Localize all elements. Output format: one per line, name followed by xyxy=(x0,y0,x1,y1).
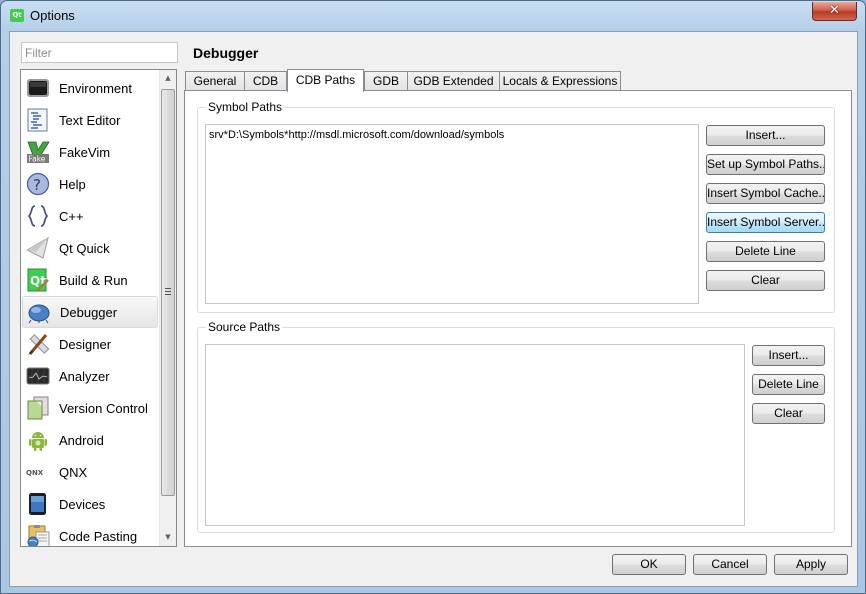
version-control-icon xyxy=(26,396,50,420)
sidebar-item-devices[interactable]: Devices xyxy=(22,488,158,520)
sidebar-item-qnx[interactable]: QNX QNX xyxy=(22,456,158,488)
sidebar-item-cpp[interactable]: C++ xyxy=(22,200,158,232)
scroll-down-arrow-icon[interactable]: ▼ xyxy=(160,529,176,546)
sidebar-item-label: Debugger xyxy=(60,304,118,320)
tab-general[interactable]: General xyxy=(185,71,245,91)
sidebar-item-label: Help xyxy=(59,176,86,192)
tab-locals-expressions[interactable]: Locals & Expressions xyxy=(499,71,621,91)
sidebar-item-label: C++ xyxy=(59,208,84,224)
source-paths-group: Source Paths Insert... Delete Line Clear xyxy=(197,320,835,533)
source-paths-editor[interactable] xyxy=(205,344,745,526)
sidebar-item-debugger[interactable]: Debugger xyxy=(22,296,158,328)
sidebar-item-label: Code Pasting xyxy=(59,528,138,544)
paper-plane-icon xyxy=(25,236,50,260)
scroll-up-arrow-icon[interactable]: ▲ xyxy=(160,70,176,87)
symbol-clear-button[interactable]: Clear xyxy=(706,270,825,291)
sidebar-item-label: Environment xyxy=(59,80,132,96)
sidebar-item-android[interactable]: Android xyxy=(22,424,158,456)
apply-button[interactable]: Apply xyxy=(774,554,848,575)
sidebar-item-help[interactable]: ? Help xyxy=(22,168,158,200)
tab-gdb[interactable]: GDB xyxy=(364,71,408,91)
sidebar-item-label: Devices xyxy=(59,496,106,512)
source-delete-line-button[interactable]: Delete Line xyxy=(752,374,825,395)
options-window: Qt Options ✕ Environment Text Editor xyxy=(0,0,866,594)
ruler-brush-icon xyxy=(26,332,50,356)
symbol-paths-editor[interactable]: srv*D:\Symbols*http://msdl.microsoft.com… xyxy=(205,124,699,304)
dialog-client: Environment Text Editor Fake FakeVim ? xyxy=(9,31,858,587)
sidebar-item-label: FakeVim xyxy=(59,144,111,160)
sidebar-item-label: Qt Quick xyxy=(59,240,110,256)
sidebar-item-fakevim[interactable]: Fake FakeVim xyxy=(22,136,158,168)
category-list: Environment Text Editor Fake FakeVim ? H… xyxy=(20,69,177,547)
grip-icon xyxy=(165,288,171,295)
android-icon xyxy=(26,428,50,452)
sidebar-item-environment[interactable]: Environment xyxy=(22,72,158,104)
source-paths-title: Source Paths xyxy=(206,320,283,334)
fakevim-icon: Fake xyxy=(26,140,50,164)
tab-cdb[interactable]: CDB xyxy=(244,71,287,91)
sidebar-item-label: Designer xyxy=(59,336,112,352)
sidebar-item-label: Text Editor xyxy=(59,112,121,128)
monitor-icon xyxy=(26,76,50,100)
insert-symbol-cache-button[interactable]: Insert Symbol Cache... xyxy=(706,183,825,204)
qt-build-icon: Qt xyxy=(26,268,50,292)
sidebar-item-code-pasting[interactable]: Code Pasting xyxy=(22,520,158,546)
source-insert-button[interactable]: Insert... xyxy=(752,345,825,366)
tab-cdb-paths[interactable]: CDB Paths xyxy=(287,69,364,92)
help-icon: ? xyxy=(26,172,50,196)
sidebar-item-label: Android xyxy=(59,432,104,448)
sidebar-item-label: QNX xyxy=(59,464,88,480)
qnx-icon: QNX xyxy=(26,460,50,484)
sidebar-item-build-run[interactable]: Qt Build & Run xyxy=(22,264,158,296)
svg-text:Fake: Fake xyxy=(29,155,46,164)
sidebar-item-text-editor[interactable]: Text Editor xyxy=(22,104,158,136)
tab-bar: General CDB CDB Paths GDB GDB Extended L… xyxy=(185,69,845,92)
category-list-scrollbar[interactable]: ▲ ▼ xyxy=(159,70,176,546)
svg-text:QNX: QNX xyxy=(26,469,44,477)
sidebar-item-label: Analyzer xyxy=(59,368,110,384)
sidebar-item-designer[interactable]: Designer xyxy=(22,328,158,360)
symbol-paths-group: Symbol Paths srv*D:\Symbols*http://msdl.… xyxy=(197,100,835,313)
device-icon xyxy=(26,492,50,516)
code-pasting-icon xyxy=(26,524,50,546)
svg-text:?: ? xyxy=(33,176,41,194)
sidebar-item-qt-quick[interactable]: Qt Quick xyxy=(22,232,158,264)
braces-icon xyxy=(26,204,50,228)
bug-icon xyxy=(27,300,51,324)
text-document-icon xyxy=(26,108,50,132)
sidebar-item-analyzer[interactable]: Analyzer xyxy=(22,360,158,392)
insert-symbol-server-button[interactable]: Insert Symbol Server... xyxy=(706,212,825,233)
setup-symbol-paths-button[interactable]: Set up Symbol Paths... xyxy=(706,154,825,175)
sidebar-item-label: Build & Run xyxy=(59,272,128,288)
filter-input[interactable] xyxy=(21,42,178,63)
sidebar-item-label: Version Control xyxy=(59,400,148,416)
oscilloscope-icon xyxy=(26,364,50,388)
source-clear-button[interactable]: Clear xyxy=(752,403,825,424)
window-title: Options xyxy=(30,8,75,23)
tab-gdb-extended[interactable]: GDB Extended xyxy=(407,71,500,91)
cancel-button[interactable]: Cancel xyxy=(693,554,767,575)
symbol-paths-title: Symbol Paths xyxy=(206,100,285,114)
symbol-insert-button[interactable]: Insert... xyxy=(706,125,825,146)
symbol-delete-line-button[interactable]: Delete Line xyxy=(706,241,825,262)
scroll-thumb[interactable] xyxy=(161,89,175,496)
sidebar-item-version-control[interactable]: Version Control xyxy=(22,392,158,424)
qt-creator-icon: Qt xyxy=(10,9,24,22)
title-bar[interactable]: Qt Options ✕ xyxy=(1,1,865,31)
cdb-paths-panel: Symbol Paths srv*D:\Symbols*http://msdl.… xyxy=(184,90,852,547)
close-button[interactable]: ✕ xyxy=(812,2,857,21)
page-title: Debugger xyxy=(193,45,259,61)
ok-button[interactable]: OK xyxy=(612,554,686,575)
